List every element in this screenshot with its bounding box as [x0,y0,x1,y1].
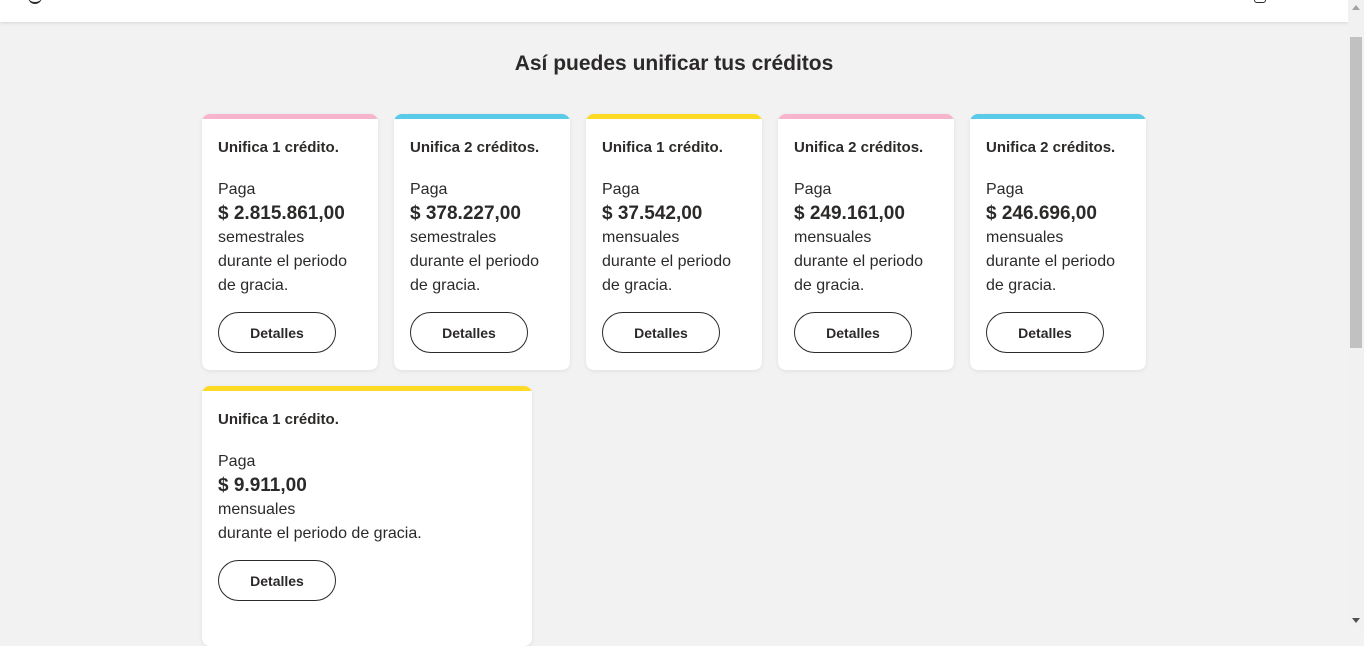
user-icon[interactable] [1254,0,1266,3]
payment-frequency: mensuales [794,229,872,246]
credit-option-card: Unifica 1 crédito. Paga $ 2.815.861,00 s… [202,114,378,370]
grace-period-text: durante el periodo [986,253,1115,270]
credit-option-card: Unifica 2 créditos. Paga $ 246.696,00 me… [970,114,1146,370]
grace-period-text-2: de gracia. [218,277,289,294]
card-body: Paga $ 249.161,00 mensuales durante el p… [794,178,923,298]
scroll-down-arrow-icon[interactable] [1352,618,1360,623]
card-heading: Unifica 1 crédito. [218,411,339,428]
payment-frequency: mensuales [218,501,296,518]
details-button[interactable]: Detalles [410,312,528,353]
card-accent-band [970,114,1146,119]
payment-amount: $ 378.227,00 [410,203,521,224]
logo-icon[interactable] [28,0,42,4]
details-button[interactable]: Detalles [794,312,912,353]
card-accent-band [202,386,532,391]
card-accent-band [586,114,762,119]
scroll-up-arrow-icon[interactable] [1352,5,1360,10]
card-body: Paga $ 37.542,00 mensuales durante el pe… [602,178,731,298]
grace-period-text-2: de gracia. [410,277,481,294]
details-button[interactable]: Detalles [218,312,336,353]
grace-period-text: durante el periodo [410,253,539,270]
scrollbar-thumb[interactable] [1350,37,1362,348]
credit-option-card: Unifica 2 créditos. Paga $ 378.227,00 se… [394,114,570,370]
pay-label: Paga [218,181,256,198]
grace-period-text-2: de gracia. [794,277,865,294]
pay-label: Paga [218,453,256,470]
payment-frequency: semestrales [410,229,497,246]
vertical-scrollbar[interactable] [1348,0,1364,629]
payment-amount: $ 2.815.861,00 [218,203,345,224]
grace-period-text: durante el periodo [218,253,347,270]
details-button[interactable]: Detalles [218,560,336,601]
grace-period-text: durante el periodo [602,253,731,270]
card-heading: Unifica 1 crédito. [602,139,723,156]
card-accent-band [778,114,954,119]
grace-period-text: durante el periodo [794,253,923,270]
card-body: Paga $ 9.911,00 mensuales durante el per… [218,450,422,546]
top-navigation-bar [0,0,1348,22]
grace-period-text-2: de gracia. [986,277,1057,294]
grace-period-text-2: de gracia. [602,277,673,294]
card-body: Paga $ 2.815.861,00 semestrales durante … [218,178,347,298]
grace-period-text: durante el periodo de gracia. [218,525,422,542]
pay-label: Paga [986,181,1024,198]
pay-label: Paga [794,181,832,198]
card-body: Paga $ 246.696,00 mensuales durante el p… [986,178,1115,298]
card-accent-band [394,114,570,119]
page-title: Así puedes unificar tus créditos [514,52,834,75]
card-heading: Unifica 2 créditos. [986,139,1116,156]
details-button[interactable]: Detalles [602,312,720,353]
card-heading: Unifica 1 crédito. [218,139,339,156]
card-heading: Unifica 2 créditos. [794,139,924,156]
credit-option-card: Unifica 1 crédito. Paga $ 37.542,00 mens… [586,114,762,370]
payment-amount: $ 246.696,00 [986,203,1097,224]
payment-amount: $ 9.911,00 [218,475,307,496]
pay-label: Paga [602,181,640,198]
payment-frequency: mensuales [602,229,680,246]
card-heading: Unifica 2 créditos. [410,139,540,156]
payment-frequency: mensuales [986,229,1064,246]
credit-option-card: Unifica 1 crédito. Paga $ 9.911,00 mensu… [202,386,532,646]
card-body: Paga $ 378.227,00 semestrales durante el… [410,178,539,298]
card-accent-band [202,114,378,119]
payment-frequency: semestrales [218,229,305,246]
payment-amount: $ 249.161,00 [794,203,905,224]
payment-amount: $ 37.542,00 [602,203,703,224]
pay-label: Paga [410,181,448,198]
credit-option-card: Unifica 2 créditos. Paga $ 249.161,00 me… [778,114,954,370]
details-button[interactable]: Detalles [986,312,1104,353]
